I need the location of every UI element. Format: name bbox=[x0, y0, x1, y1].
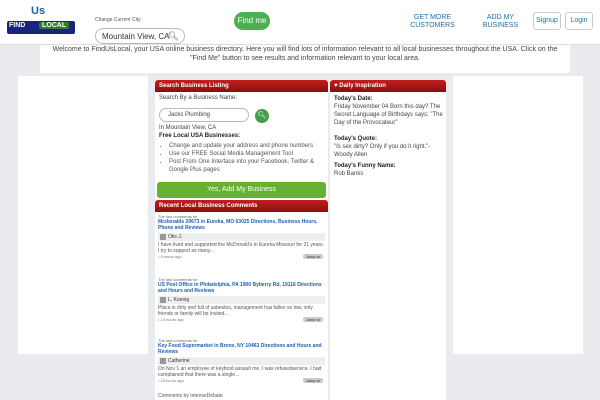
comment-user: L. Koenig bbox=[158, 296, 325, 304]
logo-us-text: Us bbox=[31, 5, 46, 17]
comment-footer: • 9 hours ago Jump to bbox=[158, 254, 325, 260]
comment-user: Catherine bbox=[158, 357, 325, 365]
comments-title: Recent Local Business Comments bbox=[155, 200, 328, 212]
search-go-button[interactable]: 🔍︎ bbox=[255, 109, 269, 123]
search-business-panel: Search Business Listing Search By a Busi… bbox=[155, 80, 328, 200]
search-icon[interactable]: 🔍︎ bbox=[168, 31, 179, 42]
list-item: Post From One Interface into your Facebo… bbox=[169, 158, 327, 174]
left-ad-column bbox=[18, 76, 148, 354]
inspiration-title-text: Daily Inspiration bbox=[339, 83, 386, 89]
comments-by-link[interactable]: Comments by IntenseDebate bbox=[158, 393, 223, 399]
quote-text: "Is sex dirty? Only if you do it right."… bbox=[334, 144, 431, 158]
todays-quote-block: Today's Quote: "Is sex dirty? Only if yo… bbox=[334, 135, 444, 159]
welcome-text: Welcome to FindUsLocal, your USA online … bbox=[40, 45, 570, 73]
change-city-label: Change Current City bbox=[95, 17, 141, 23]
logo-find-text: FIND bbox=[9, 22, 26, 29]
todays-date-block: Today's Date: Friday November 04 Born th… bbox=[334, 95, 444, 127]
date-label: Today's Date: bbox=[334, 96, 373, 102]
search-label: Search By a Business Name: bbox=[159, 95, 238, 101]
find-me-button[interactable]: Find me bbox=[234, 12, 270, 30]
jump-to-button[interactable]: Jump to bbox=[302, 317, 323, 322]
login-button[interactable]: Login bbox=[565, 12, 593, 30]
avatar bbox=[160, 358, 166, 364]
comment-time: • 23 hours ago bbox=[158, 378, 184, 383]
comment-user-name: L. Koenig bbox=[168, 297, 190, 303]
avatar bbox=[160, 234, 166, 240]
findus-local-logo[interactable]: Us FIND LOCAL bbox=[5, 5, 75, 39]
right-ad-column bbox=[453, 76, 583, 354]
heart-icon: ♥ bbox=[334, 83, 338, 89]
comment-item: The last comments for Key Food Supermark… bbox=[158, 338, 325, 384]
date-text: Friday November 04 Born this day? The Se… bbox=[334, 104, 443, 126]
quote-label: Today's Quote: bbox=[334, 136, 377, 142]
comment-text: Place is dirty and full of asbestos, man… bbox=[158, 305, 313, 317]
avatar bbox=[160, 297, 166, 303]
comment-footer: • 23 hours ago Jump to bbox=[158, 378, 325, 384]
search-panel-title: Search Business Listing bbox=[155, 80, 328, 92]
comment-business-link[interactable]: Mcdonalds 29673 in Eureka, MO 63025 Dire… bbox=[158, 219, 325, 231]
comment-business-link[interactable]: US Post Office in Philadelphia, PA 1900 … bbox=[158, 282, 325, 294]
business-search-value: Jacks Plumbing bbox=[168, 112, 211, 118]
city-search-input[interactable]: Mountain View, CA 🔍︎ bbox=[95, 28, 185, 44]
jump-to-button[interactable]: Jump to bbox=[302, 378, 323, 383]
search-icon: 🔍︎ bbox=[257, 112, 267, 119]
funny-label: Today's Funny Name: bbox=[334, 163, 396, 169]
comment-footer: • 13 hours ago Jump to bbox=[158, 317, 325, 323]
comment-item: The last comments for Mcdonalds 29673 in… bbox=[158, 214, 325, 260]
comment-user-name: Otis J. bbox=[168, 234, 183, 240]
comment-item: The last comments for US Post Office in … bbox=[158, 277, 325, 323]
comment-time: • 13 hours ago bbox=[158, 317, 184, 322]
city-value: Mountain View, CA bbox=[102, 32, 170, 41]
comment-user-name: Catherine bbox=[168, 358, 190, 364]
comment-business-link[interactable]: Key Food Supermarket in Bronx, NY 10463 … bbox=[158, 343, 325, 355]
recent-comments-panel: Recent Local Business Comments The last … bbox=[155, 200, 328, 400]
jump-to-button[interactable]: Jump to bbox=[302, 254, 323, 259]
free-businesses-title: Free Local USA Businesses: bbox=[159, 133, 241, 139]
list-item: Change and update your address and phone… bbox=[169, 142, 327, 150]
top-header: Us FIND LOCAL Change Current City Mounta… bbox=[0, 0, 600, 45]
comment-text: On Nov 1 an employee of keyfood assault … bbox=[158, 366, 322, 378]
daily-inspiration-panel: ♥ Daily Inspiration Today's Date: Friday… bbox=[330, 80, 446, 400]
list-item: Use our FREE Social Media Management Too… bbox=[169, 150, 327, 158]
funny-name-block: Today's Funny Name: Rob Banks bbox=[334, 162, 444, 178]
comment-text: I have lived and supported the McDonald'… bbox=[158, 242, 325, 254]
comment-user: Otis J. bbox=[158, 233, 325, 241]
free-features-list: Change and update your address and phone… bbox=[169, 142, 327, 174]
comment-time: • 9 hours ago bbox=[158, 254, 182, 259]
business-search-input[interactable]: Jacks Plumbing bbox=[159, 108, 249, 122]
search-location: In Mountain View, CA bbox=[159, 125, 217, 131]
get-more-customers-link[interactable]: GET MORE CUSTOMERS bbox=[405, 14, 460, 30]
funny-text: Rob Banks bbox=[334, 171, 364, 177]
logo-local-text: LOCAL bbox=[39, 22, 70, 29]
add-my-business-button[interactable]: Yes, Add My Business bbox=[157, 182, 326, 198]
add-my-business-link[interactable]: ADD MY BUSINESS bbox=[478, 14, 523, 30]
inspiration-title: ♥ Daily Inspiration bbox=[330, 80, 446, 92]
signup-button[interactable]: Signup bbox=[533, 12, 561, 30]
